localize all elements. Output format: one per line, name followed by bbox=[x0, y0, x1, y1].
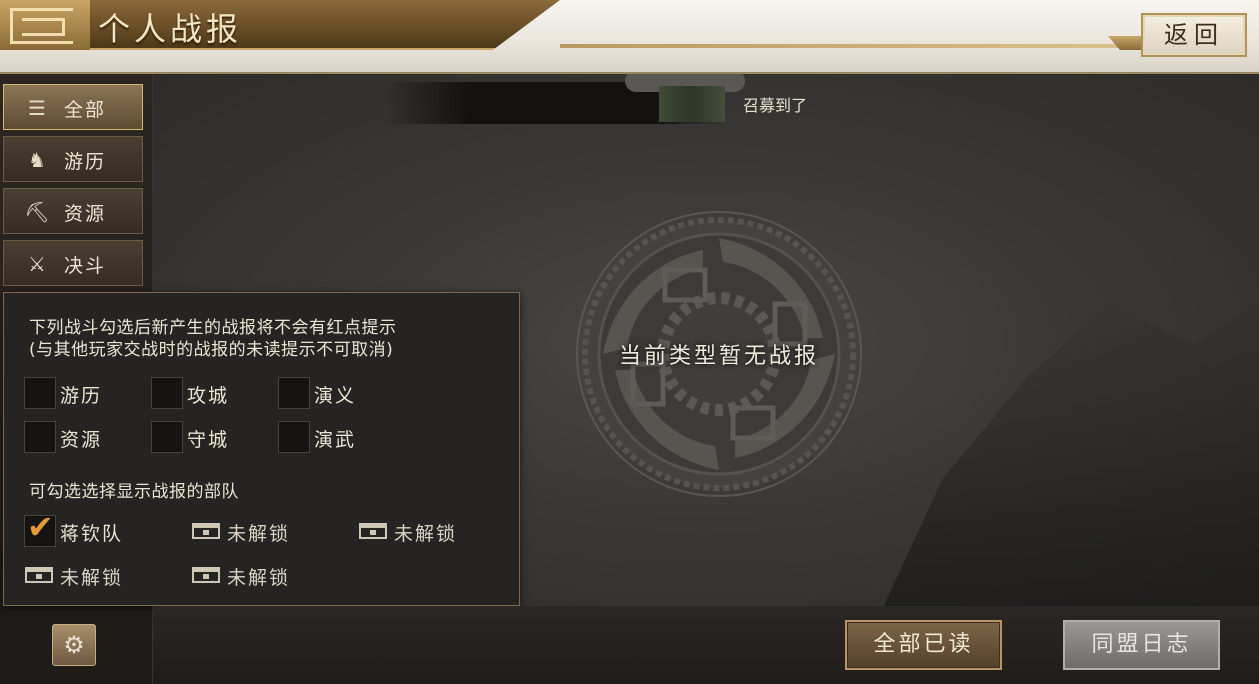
page-title: 个人战报 bbox=[98, 10, 243, 48]
troop-locked-label: 未解锁 bbox=[394, 523, 458, 545]
sidebar-item-travel[interactable]: ♞ 游历 bbox=[3, 136, 143, 182]
censored-avatar bbox=[659, 86, 725, 122]
checkbox-label: 演义 bbox=[314, 385, 357, 407]
top-header: 个人战报 返回 bbox=[0, 0, 1259, 74]
sidebar-item-label: 资源 bbox=[64, 203, 107, 225]
sidebar-item-all[interactable]: ☰ 全部 bbox=[3, 84, 143, 130]
alliance-log-button[interactable]: 同盟日志 bbox=[1063, 620, 1220, 670]
troops-hint: 可勾选选择显示战报的部队 bbox=[29, 482, 239, 502]
empty-state-message: 当前类型暂无战报 bbox=[618, 344, 819, 369]
settings-button[interactable]: ⚙ bbox=[52, 624, 96, 666]
checkbox-label: 资源 bbox=[60, 429, 103, 451]
background-mountain bbox=[879, 276, 1259, 606]
pickaxe-icon: ⛏ bbox=[24, 200, 50, 224]
checkbox-label: 游历 bbox=[60, 385, 103, 407]
troop-locked-label: 未解锁 bbox=[227, 523, 291, 545]
checkbox-label: 攻城 bbox=[187, 385, 230, 407]
header-divider bbox=[560, 44, 1140, 48]
ornament-icon bbox=[0, 0, 90, 50]
filter-hint-line2: (与其他玩家交战时的战报的未读提示不可取消) bbox=[29, 340, 394, 360]
checkbox-label: 演武 bbox=[314, 429, 357, 451]
checkbox-siege[interactable] bbox=[151, 377, 183, 409]
mark-all-read-button[interactable]: 全部已读 bbox=[845, 620, 1002, 670]
sidebar-item-duel[interactable]: ⚔ 决斗 bbox=[3, 240, 143, 286]
sidebar-item-label: 游历 bbox=[64, 151, 107, 173]
sidebar-item-label: 决斗 bbox=[64, 255, 107, 277]
horse-icon: ♞ bbox=[28, 148, 46, 172]
troop-label: 蒋钦队 bbox=[60, 523, 124, 545]
checkbox-travel[interactable] bbox=[24, 377, 56, 409]
lock-icon bbox=[192, 567, 220, 583]
checkbox-drill[interactable] bbox=[278, 421, 310, 453]
back-button[interactable]: 返回 bbox=[1141, 13, 1247, 57]
troop-locked-label: 未解锁 bbox=[227, 567, 291, 589]
checkmark-icon: ✔ bbox=[27, 508, 54, 546]
lock-icon bbox=[359, 523, 387, 539]
troop-locked-label: 未解锁 bbox=[60, 567, 124, 589]
list-icon: ☰ bbox=[28, 96, 46, 120]
checkbox-romance[interactable] bbox=[278, 377, 310, 409]
checkbox-resources[interactable] bbox=[24, 421, 56, 453]
checkbox-label: 守城 bbox=[187, 429, 230, 451]
checkbox-defend[interactable] bbox=[151, 421, 183, 453]
report-filter-panel: 下列战斗勾选后新产生的战报将不会有红点提示 (与其他玩家交战时的战报的未读提示不… bbox=[3, 292, 520, 606]
checkbox-troop-1[interactable]: ✔ bbox=[24, 508, 56, 547]
crossed-swords-icon: ⚔ bbox=[28, 252, 46, 276]
sidebar-item-label: 全部 bbox=[64, 99, 107, 121]
lock-icon bbox=[192, 523, 220, 539]
sidebar-item-resources[interactable]: ⛏ 资源 bbox=[3, 188, 143, 234]
gear-icon: ⚙ bbox=[63, 631, 85, 659]
notice-text: 召募到了 bbox=[743, 96, 808, 115]
lock-icon bbox=[25, 567, 53, 583]
